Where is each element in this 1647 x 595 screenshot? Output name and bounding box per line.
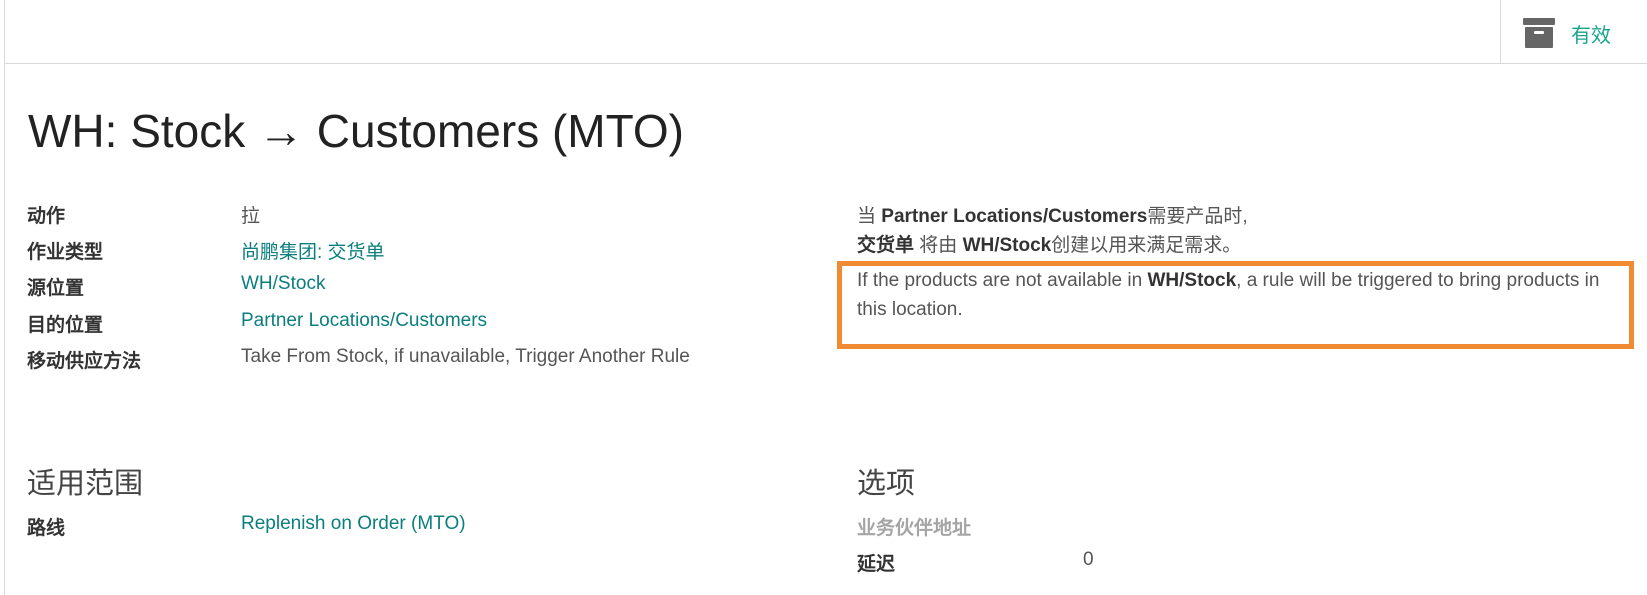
field-label-destination-location: 目的位置 bbox=[27, 315, 104, 336]
explanation-picking-type: 交货单 bbox=[857, 235, 915, 256]
rule-explanation-line-1: 当 Partner Locations/Customers需要产品时, bbox=[857, 201, 1248, 228]
field-label-source-location: 源位置 bbox=[27, 278, 85, 299]
field-label-delay: 延迟 bbox=[857, 554, 896, 575]
field-value-source-location-link[interactable]: WH/Stock bbox=[241, 273, 325, 295]
archive-button-label: 有效 bbox=[1571, 25, 1611, 47]
section-title-applicability: 适用范围 bbox=[27, 468, 144, 500]
field-value-action: 拉 bbox=[241, 206, 261, 227]
rule-explanation-line-2: 交货单 将由 WH/Stock创建以用来满足需求。 bbox=[857, 230, 1241, 257]
archive-toggle-button[interactable]: 有效 bbox=[1500, 0, 1647, 63]
field-value-destination-location-link[interactable]: Partner Locations/Customers bbox=[241, 310, 487, 332]
note-text: If the products are not available in bbox=[857, 270, 1148, 291]
explanation-text: 需要产品时, bbox=[1147, 206, 1248, 227]
explanation-destination: Partner Locations/Customers bbox=[881, 206, 1148, 227]
field-label-operation-type: 作业类型 bbox=[27, 242, 104, 263]
button-box: 有效 bbox=[5, 0, 1647, 64]
field-label-supply-method: 移动供应方法 bbox=[27, 351, 142, 372]
form-sheet: 有效 WH: Stock → Customers (MTO) 动作 拉 作业类型… bbox=[4, 0, 1647, 595]
explanation-source: WH/Stock bbox=[962, 235, 1052, 256]
record-title: WH: Stock → Customers (MTO) bbox=[28, 105, 684, 157]
explanation-text: 创建以用来满足需求。 bbox=[1051, 235, 1242, 256]
rule-trigger-note: If the products are not available in WH/… bbox=[857, 266, 1627, 324]
explanation-text: 将由 bbox=[914, 235, 963, 256]
section-title-options: 选项 bbox=[857, 468, 916, 500]
field-value-delay: 0 bbox=[1083, 549, 1094, 570]
field-value-route-link[interactable]: Replenish on Order (MTO) bbox=[241, 513, 466, 535]
field-label-route: 路线 bbox=[27, 518, 66, 539]
field-label-action: 动作 bbox=[27, 206, 66, 227]
field-value-supply-method: Take From Stock, if unavailable, Trigger… bbox=[241, 346, 690, 367]
field-value-operation-type-link[interactable]: 尚鹏集团: 交货单 bbox=[241, 237, 385, 264]
explanation-text: 当 bbox=[857, 206, 882, 227]
archive-icon bbox=[1523, 18, 1555, 48]
field-label-partner-address: 业务伙伴地址 bbox=[857, 518, 972, 539]
note-location: WH/Stock bbox=[1147, 270, 1237, 291]
